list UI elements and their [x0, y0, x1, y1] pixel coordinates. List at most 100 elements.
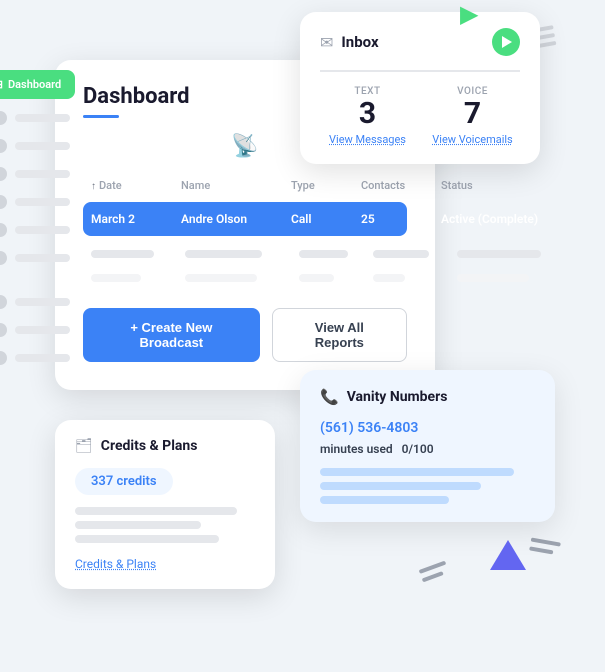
- deco-lines-bottom-right: [529, 537, 561, 555]
- play-button[interactable]: [492, 28, 520, 56]
- sidebar-row-7: [0, 295, 70, 309]
- sidebar-dot-3: [0, 167, 7, 181]
- view-voicemails-link[interactable]: View Voicemails: [425, 133, 520, 146]
- sidebar-dot-9: [0, 351, 7, 365]
- sidebar-row-6: [0, 251, 70, 265]
- sidebar-line-3: [15, 170, 70, 178]
- sidebar-line-8: [15, 326, 70, 334]
- sidebar-row-2: [0, 139, 70, 153]
- credits-header: 🗂 Credits & Plans: [75, 438, 255, 454]
- vanity-line-2: [320, 482, 481, 490]
- voice-count: 7: [425, 99, 520, 129]
- row-name: Andre Olson: [181, 212, 291, 226]
- voice-stat: VOICE 7 View Voicemails: [425, 86, 520, 146]
- sidebar-dot-8: [0, 323, 7, 337]
- credits-line-2: [75, 521, 201, 529]
- row-contacts: 25: [361, 212, 441, 226]
- sidebar-dot-5: [0, 223, 7, 237]
- create-broadcast-button[interactable]: + Create New Broadcast: [83, 308, 260, 362]
- sidebar-line-4: [15, 198, 70, 206]
- vanity-phone-number[interactable]: (561) 536-4803: [320, 420, 535, 436]
- minutes-value: 0/100: [402, 442, 434, 456]
- credits-plans-link[interactable]: Credits & Plans: [75, 557, 255, 571]
- deco-arrow-green: ▶: [460, 0, 478, 28]
- empty-cell-7: [185, 274, 257, 282]
- table-row-empty-2: [83, 266, 407, 290]
- sidebar-line-7: [15, 298, 70, 306]
- sidebar-icon-list: [0, 111, 70, 365]
- deco-lines-bottom-left: [419, 561, 450, 583]
- row-status: Active (Complete): [441, 212, 561, 226]
- text-stat: TEXT 3 View Messages: [320, 86, 415, 146]
- view-reports-button[interactable]: View All Reports: [272, 308, 407, 362]
- empty-cell-4: [373, 250, 429, 258]
- sidebar-row-8: [0, 323, 70, 337]
- inbox-icon: ✉: [320, 33, 333, 52]
- table-row-active[interactable]: March 2 Andre Olson Call 25 Active (Comp…: [83, 202, 407, 236]
- title-underline: [83, 115, 119, 118]
- row-date: March 2: [91, 212, 181, 226]
- minutes-label: minutes used: [320, 442, 393, 456]
- deco-triangle: [490, 540, 526, 570]
- phone-icon: 📞: [320, 388, 339, 406]
- credits-line-3: [75, 535, 219, 543]
- vanity-title: Vanity Numbers: [347, 389, 448, 405]
- sidebar-item-dashboard[interactable]: ⊞ Dashboard: [0, 70, 75, 99]
- sidebar-row-4: [0, 195, 70, 209]
- credits-card: 🗂 Credits & Plans 337 credits Credits & …: [55, 420, 275, 589]
- inbox-title: Inbox: [341, 33, 378, 51]
- empty-cell-8: [299, 274, 334, 282]
- sidebar-line-6: [15, 254, 70, 262]
- vanity-lines: [320, 468, 535, 504]
- col-header-date: ↑Date: [91, 179, 181, 192]
- sort-icon: ↑: [91, 181, 96, 192]
- sidebar-line-5: [15, 226, 70, 234]
- credits-line-1: [75, 507, 237, 515]
- vanity-minutes: minutes used 0/100: [320, 442, 535, 456]
- sidebar-line-1: [15, 114, 70, 122]
- row-type: Call: [291, 212, 361, 226]
- sidebar-dot-4: [0, 195, 7, 209]
- sidebar-dot-1: [0, 111, 7, 125]
- credits-badge: 337 credits: [75, 468, 173, 495]
- text-count: 3: [320, 99, 415, 129]
- table-row-empty-1: [83, 242, 407, 266]
- col-header-status: Status: [441, 179, 561, 192]
- empty-cell-1: [91, 250, 154, 258]
- col-header-type: Type: [291, 179, 361, 192]
- sidebar-dot-2: [0, 139, 7, 153]
- sidebar-row-3: [0, 167, 70, 181]
- credits-title: Credits & Plans: [101, 438, 198, 454]
- inbox-stats: TEXT 3 View Messages VOICE 7 View Voicem…: [320, 86, 520, 146]
- sidebar-row-1: [0, 111, 70, 125]
- inbox-card: ✉ Inbox TEXT 3 View Messages VOICE 7 Vie…: [300, 12, 540, 164]
- empty-cell-10: [457, 274, 529, 282]
- empty-cell-2: [185, 250, 262, 258]
- dashboard-icon: ⊞: [0, 78, 3, 91]
- empty-cell-6: [91, 274, 141, 282]
- table-header: ↑Date Name Type Contacts Status: [83, 173, 407, 198]
- voice-label: VOICE: [425, 86, 520, 97]
- sidebar: ⊞ Dashboard: [0, 60, 55, 480]
- col-header-name: Name: [181, 179, 291, 192]
- credits-lines: [75, 507, 255, 543]
- sidebar-line-9: [15, 354, 70, 362]
- antenna-icon: 📡: [231, 134, 258, 159]
- view-messages-link[interactable]: View Messages: [320, 133, 415, 146]
- vanity-card: 📞 Vanity Numbers (561) 536-4803 minutes …: [300, 370, 555, 522]
- vanity-line-1: [320, 468, 514, 476]
- col-header-contacts: Contacts: [361, 179, 441, 192]
- inbox-header: ✉ Inbox: [320, 28, 520, 56]
- text-label: TEXT: [320, 86, 415, 97]
- empty-cell-9: [373, 274, 405, 282]
- credits-icon: 🗂: [75, 438, 93, 454]
- sidebar-row-9: [0, 351, 70, 365]
- inbox-divider: [320, 70, 520, 72]
- play-triangle-icon: [502, 36, 512, 48]
- vanity-header: 📞 Vanity Numbers: [320, 388, 535, 406]
- buttons-row: + Create New Broadcast View All Reports: [83, 308, 407, 362]
- vanity-line-3: [320, 496, 449, 504]
- empty-cell-5: [457, 250, 541, 258]
- sidebar-dashboard-label: Dashboard: [8, 78, 61, 91]
- sidebar-dot-7: [0, 295, 7, 309]
